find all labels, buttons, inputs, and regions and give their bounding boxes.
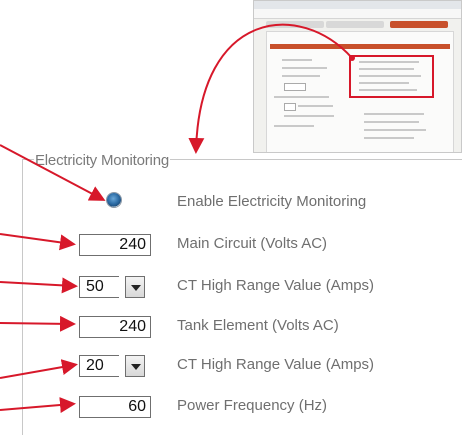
ct-high-range-label-1: CT High Range Value (Amps) <box>177 277 375 294</box>
tank-element-volts-input[interactable]: 240 <box>79 316 151 338</box>
main-circuit-volts-label: Main Circuit (Volts AC) <box>177 235 328 252</box>
ct-high-range-label-2: CT High Range Value (Amps) <box>177 356 375 373</box>
thumbnail-tab <box>326 21 384 28</box>
ct-high-range-select-1[interactable]: 50 <box>79 276 145 298</box>
enable-electricity-monitoring-radio[interactable] <box>107 193 121 207</box>
ct-high-range-value-2: 20 <box>79 355 119 377</box>
ct-high-range-value-1: 50 <box>79 276 119 298</box>
group-legend: Electricity Monitoring <box>34 152 170 169</box>
chevron-down-icon[interactable] <box>125 355 145 377</box>
overview-thumbnail <box>253 0 462 153</box>
thumbnail-section-header <box>270 44 450 49</box>
ct-high-range-select-2[interactable]: 20 <box>79 355 145 377</box>
main-circuit-volts-input[interactable]: 240 <box>79 234 151 256</box>
thumbnail-tab <box>266 21 324 28</box>
enable-electricity-monitoring-label: Enable Electricity Monitoring <box>177 193 367 210</box>
thumbnail-tab-active <box>390 21 448 28</box>
highlight-box <box>349 55 434 98</box>
thumbnail-address-bar <box>254 9 461 19</box>
power-frequency-label: Power Frequency (Hz) <box>177 397 328 414</box>
power-frequency-input[interactable]: 60 <box>79 396 151 418</box>
tank-element-volts-label: Tank Element (Volts AC) <box>177 317 339 334</box>
chevron-down-icon[interactable] <box>125 276 145 298</box>
